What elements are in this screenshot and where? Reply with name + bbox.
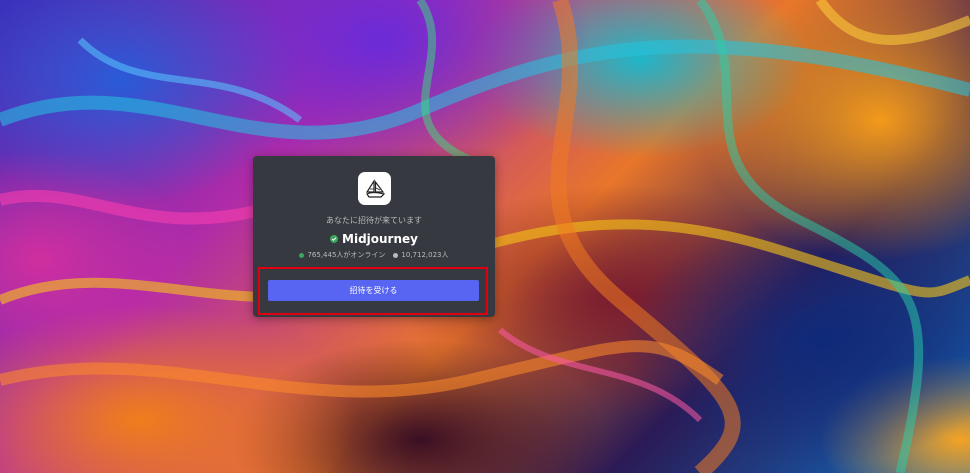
member-count: 10,712,023人 [401, 251, 449, 259]
verified-check-icon [330, 235, 339, 243]
server-name-row: Midjourney [253, 232, 495, 246]
member-stat: 10,712,023人 [393, 251, 449, 260]
server-stats: 765,445人がオンライン 10,712,023人 [253, 251, 495, 260]
server-icon [358, 172, 391, 205]
online-stat: 765,445人がオンライン [299, 251, 385, 260]
invite-subtitle: あなたに招待が来ています [326, 216, 422, 225]
member-dot-icon [393, 253, 399, 258]
online-dot-icon [299, 253, 305, 258]
sailboat-icon [365, 178, 385, 198]
accept-invite-button[interactable]: 招待を受ける [268, 280, 479, 301]
online-count: 765,445人がオンライン [307, 251, 386, 259]
server-name: Midjourney [342, 232, 418, 246]
